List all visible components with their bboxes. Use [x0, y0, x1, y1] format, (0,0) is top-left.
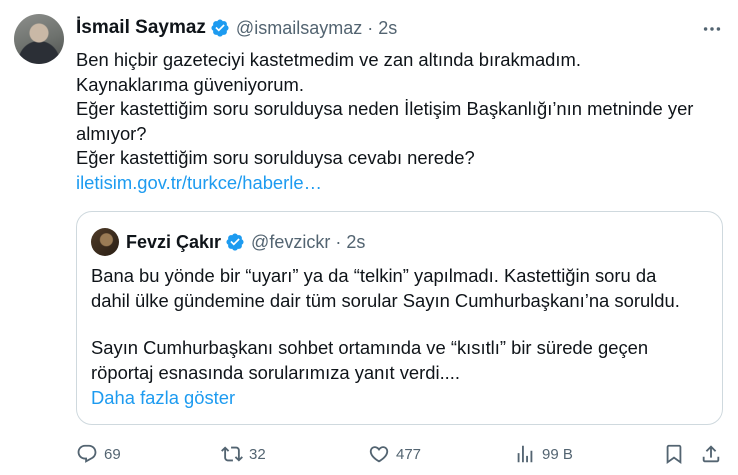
heart-icon	[369, 446, 389, 463]
reply-icon	[77, 444, 97, 463]
quoted-tweet[interactable]: Fevzi Çakır @fevzickr · 2s Bana bu yönde…	[76, 211, 723, 425]
quoted-body-line: Sayın Cumhurbaşkanı sohbet ortamında ve …	[91, 337, 649, 358]
like-button[interactable]: 477	[368, 441, 421, 467]
tweet-header: İsmail Saymaz @ismailsaymaz · 2s	[76, 16, 397, 40]
tweet-body-line: Ben hiçbir gazeteciyi kastetmedim ve zan…	[76, 49, 581, 70]
reply-count: 69	[104, 445, 121, 463]
tweet-link[interactable]: iletisim.gov.tr/turkce/haberle…	[76, 171, 726, 196]
quoted-author-handle[interactable]: @fevzickr	[251, 232, 330, 253]
separator-dot: ·	[335, 231, 342, 252]
repost-button[interactable]: 32	[221, 441, 266, 467]
tweet-body-line: Eğer kastettiğim soru sorulduysa cevabı …	[76, 147, 475, 169]
bookmark-button[interactable]	[663, 441, 685, 467]
quoted-body-line: dahil ülke gündemine dair tüm sorular Sa…	[91, 290, 680, 311]
separator-dot: ·	[367, 17, 374, 38]
bookmark-icon	[666, 444, 682, 465]
view-count: 99 B	[542, 445, 573, 463]
verified-badge-icon	[211, 19, 229, 37]
repost-count: 32	[249, 445, 266, 463]
quoted-body-line: Bana bu yönde bir “uyarı” ya da “telkin”…	[91, 265, 657, 286]
tweet-body-line: Eğer kastettiğim soru sorulduysa neden İ…	[76, 98, 694, 120]
tweet-body-line: almıyor?	[76, 122, 147, 144]
repost-icon	[221, 446, 243, 462]
share-icon	[702, 445, 720, 463]
quoted-author-avatar[interactable]	[91, 228, 119, 256]
views-button[interactable]: 99 B	[514, 441, 573, 467]
author-name[interactable]: İsmail Saymaz	[76, 17, 206, 39]
quoted-tweet-time[interactable]: 2s	[346, 232, 365, 253]
action-bar: 69 32 477 99 B	[76, 441, 726, 467]
share-button[interactable]	[700, 441, 722, 467]
more-options-button[interactable]	[700, 17, 724, 41]
reply-button[interactable]: 69	[76, 441, 121, 467]
author-avatar[interactable]	[14, 14, 64, 64]
author-handle[interactable]: @ismailsaymaz	[236, 18, 362, 39]
tweet[interactable]: İsmail Saymaz @ismailsaymaz · 2s Ben hiç…	[0, 0, 738, 475]
tweet-body-line: Kaynaklarıma güveniyorum.	[76, 73, 304, 95]
tweet-time[interactable]: 2s	[378, 18, 397, 39]
quoted-tweet-header: Fevzi Çakır @fevzickr · 2s	[126, 230, 365, 254]
more-options-icon	[703, 27, 721, 31]
tweet-body: Ben hiçbir gazeteciyi kastetmedim ve zan…	[76, 48, 726, 196]
quoted-body-line: röportaj esnasında sorularımıza yanıt ve…	[91, 362, 461, 383]
like-count: 477	[396, 445, 422, 463]
analytics-icon	[517, 445, 533, 463]
quoted-author-name[interactable]: Fevzi Çakır	[126, 232, 221, 253]
verified-badge-icon	[226, 233, 244, 251]
quoted-tweet-body: Bana bu yönde bir “uyarı” ya da “telkin”…	[91, 263, 711, 410]
show-more-link[interactable]: Daha fazla göster	[91, 385, 711, 410]
